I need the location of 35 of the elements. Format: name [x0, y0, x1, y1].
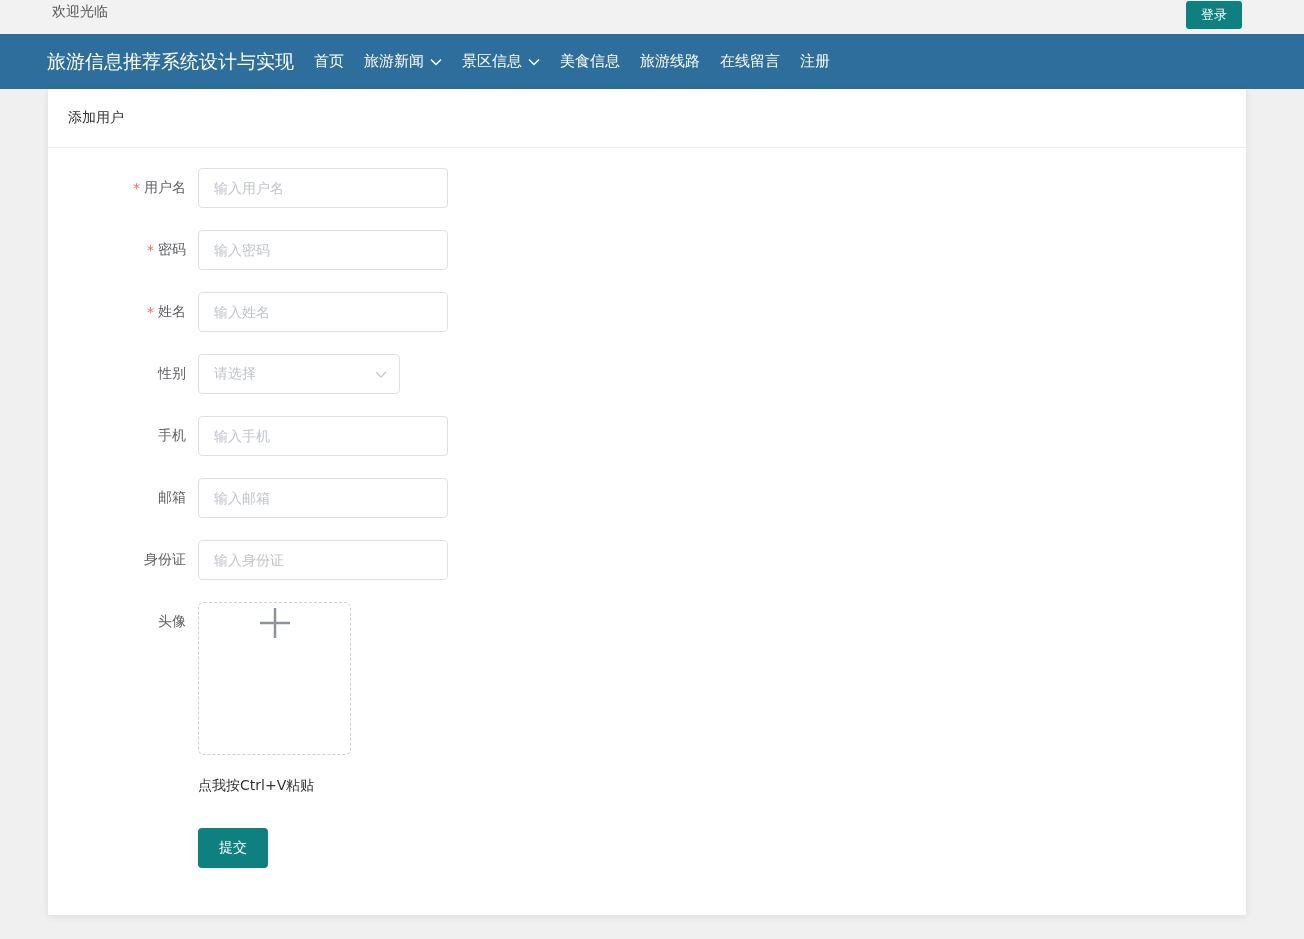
- input-field[interactable]: 输入身份证: [198, 540, 448, 580]
- input-field[interactable]: 输入手机: [198, 416, 448, 456]
- field-label: 手机: [158, 427, 186, 445]
- card-title: 添加用户: [68, 109, 124, 127]
- paste-hint-link[interactable]: 点我按Ctrl+V粘贴: [198, 777, 315, 795]
- nav-link[interactable]: 景区信息: [462, 52, 540, 71]
- submit-button[interactable]: 提交: [198, 828, 268, 868]
- welcome-text: 欢迎光临: [52, 3, 108, 21]
- input-field[interactable]: 输入用户名: [198, 168, 448, 208]
- field-label: 邮箱: [158, 489, 186, 507]
- chevron-icon: [375, 370, 387, 378]
- nav-link[interactable]: 旅游线路: [640, 52, 700, 71]
- input-field[interactable]: 输入邮箱: [198, 478, 448, 518]
- nav-link[interactable]: 在线留言: [720, 52, 780, 71]
- site-title: 旅游信息推荐系统设计与实现: [47, 48, 294, 74]
- nav-link[interactable]: 首页: [314, 52, 344, 71]
- field-label: 姓名: [158, 303, 186, 321]
- field-label: 密码: [158, 241, 186, 259]
- caret-icon: [528, 57, 540, 66]
- field-label: 身份证: [144, 551, 186, 569]
- nav-link[interactable]: 旅游新闻: [364, 52, 442, 71]
- input-field[interactable]: 输入密码: [198, 230, 448, 270]
- nav-link[interactable]: 美食信息: [560, 52, 620, 71]
- required-mark: *: [147, 304, 154, 320]
- login-button[interactable]: 登录: [1186, 1, 1242, 29]
- upload-area[interactable]: [198, 602, 351, 755]
- input-field[interactable]: 输入姓名: [198, 292, 448, 332]
- required-mark: *: [147, 242, 154, 258]
- field-label: 性别: [158, 365, 186, 383]
- required-mark: *: [133, 180, 140, 196]
- nav-link[interactable]: 注册: [800, 52, 830, 71]
- caret-icon: [430, 57, 442, 66]
- field-label: 用户名: [144, 179, 186, 197]
- plus-icon: [258, 607, 291, 639]
- field-label: 头像: [158, 613, 186, 631]
